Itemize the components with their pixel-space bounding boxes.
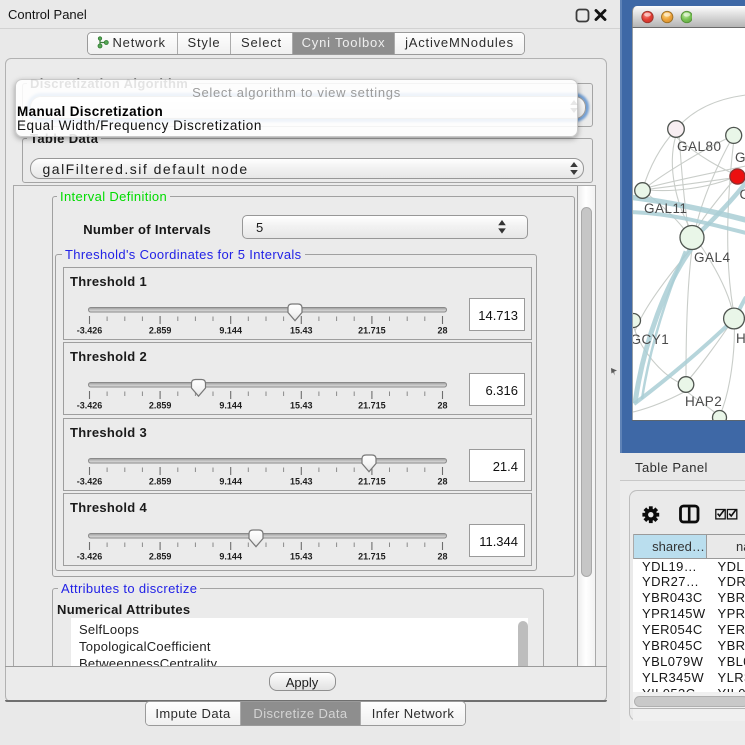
svg-text:9.144: 9.144: [219, 401, 242, 411]
svg-text:GAL80: GAL80: [677, 139, 722, 154]
svg-text:-3.426: -3.426: [77, 401, 103, 411]
svg-text:HA: HA: [736, 331, 745, 346]
svg-text:GAL11: GAL11: [644, 201, 688, 216]
svg-text:-3.426: -3.426: [77, 476, 103, 486]
svg-text:28: 28: [437, 325, 447, 335]
svg-text:21.715: 21.715: [358, 325, 386, 335]
svg-text:15.43: 15.43: [290, 552, 313, 562]
svg-text:15.43: 15.43: [290, 476, 313, 486]
svg-text:2.859: 2.859: [149, 476, 172, 486]
svg-text:21.715: 21.715: [358, 401, 386, 411]
svg-text:GA: GA: [735, 150, 745, 165]
svg-text:2.859: 2.859: [149, 552, 172, 562]
svg-text:CD: CD: [740, 187, 745, 202]
svg-text:21.715: 21.715: [358, 552, 386, 562]
svg-text:GAL4: GAL4: [694, 250, 731, 265]
svg-text:9.144: 9.144: [219, 552, 242, 562]
svg-text:-3.426: -3.426: [77, 325, 103, 335]
svg-text:15.43: 15.43: [290, 325, 313, 335]
svg-text:28: 28: [437, 552, 447, 562]
svg-text:HAP2: HAP2: [685, 394, 722, 409]
svg-text:GCY1: GCY1: [633, 332, 669, 347]
svg-text:9.144: 9.144: [219, 476, 242, 486]
svg-text:-3.426: -3.426: [77, 552, 103, 562]
svg-text:2.859: 2.859: [149, 401, 172, 411]
svg-text:21.715: 21.715: [358, 476, 386, 486]
svg-text:2.859: 2.859: [149, 325, 172, 335]
svg-text:28: 28: [437, 401, 447, 411]
svg-text:28: 28: [437, 476, 447, 486]
svg-text:15.43: 15.43: [290, 401, 313, 411]
svg-text:9.144: 9.144: [219, 325, 242, 335]
